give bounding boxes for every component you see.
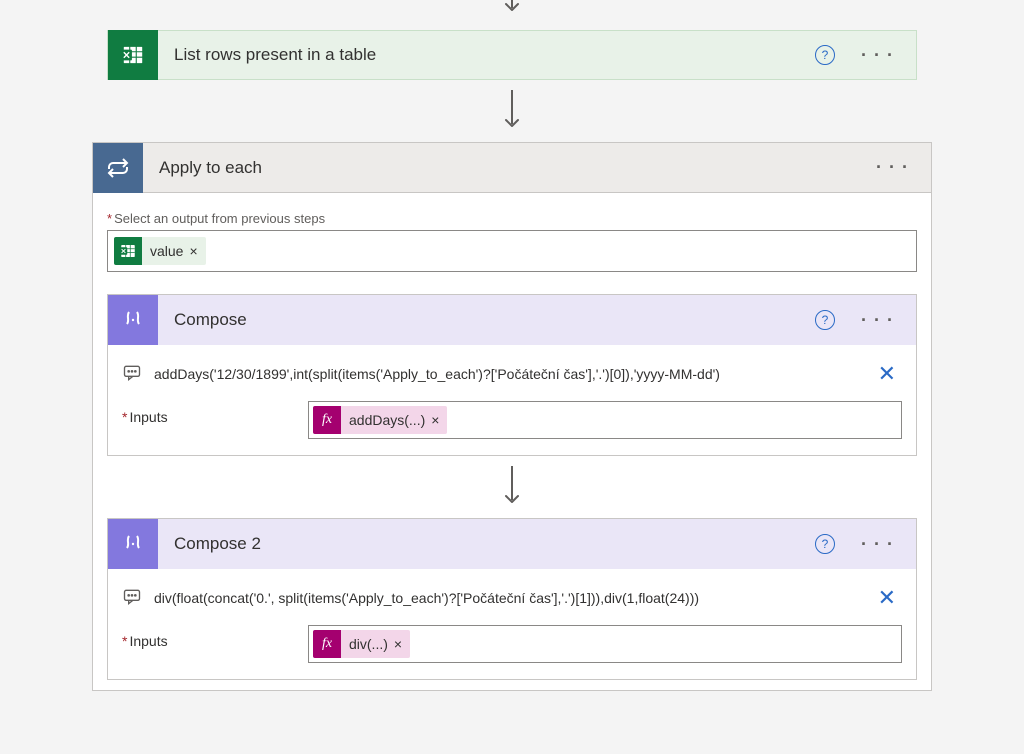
more-menu[interactable]: · · · bbox=[855, 41, 900, 70]
required-indicator: * bbox=[122, 633, 127, 649]
select-output-input[interactable]: value × bbox=[107, 230, 917, 272]
compose-header[interactable]: Compose ? · · · bbox=[108, 295, 916, 345]
help-icon[interactable]: ? bbox=[815, 45, 835, 65]
excel-icon bbox=[108, 30, 158, 80]
more-menu[interactable]: · · · bbox=[855, 306, 900, 335]
expression-preview-row: addDays('12/30/1899',int(split(items('Ap… bbox=[122, 361, 902, 387]
loop-icon bbox=[93, 143, 143, 193]
select-output-label: *Select an output from previous steps bbox=[107, 211, 917, 226]
compose-icon bbox=[108, 519, 158, 569]
inputs-field[interactable]: fx div(...) × bbox=[308, 625, 902, 663]
fx-token[interactable]: fx div(...) × bbox=[313, 630, 410, 658]
compose-title: Compose bbox=[158, 310, 815, 330]
action-title: List rows present in a table bbox=[158, 45, 815, 65]
inputs-label: *Inputs bbox=[122, 401, 308, 425]
fx-token-label: addDays(...) bbox=[349, 412, 425, 428]
remove-token-icon[interactable]: × bbox=[394, 636, 402, 652]
arrow-connector bbox=[0, 90, 1024, 132]
apply-to-each-container: Apply to each · · · *Select an output fr… bbox=[92, 142, 932, 691]
arrow-connector bbox=[0, 0, 1024, 16]
more-menu[interactable]: · · · bbox=[855, 530, 900, 559]
expression-preview-row: div(float(concat('0.', split(items('Appl… bbox=[122, 585, 902, 611]
apply-to-each-body: *Select an output from previous steps bbox=[93, 193, 931, 690]
fx-icon: fx bbox=[313, 630, 341, 658]
dynamic-token-value[interactable]: value × bbox=[114, 237, 206, 265]
comment-icon bbox=[122, 363, 144, 386]
required-indicator: * bbox=[107, 211, 112, 226]
compose-icon bbox=[108, 295, 158, 345]
inputs-field[interactable]: fx addDays(...) × bbox=[308, 401, 902, 439]
token-label: value bbox=[150, 237, 183, 265]
required-indicator: * bbox=[122, 409, 127, 425]
compose-header[interactable]: Compose 2 ? · · · bbox=[108, 519, 916, 569]
help-icon[interactable]: ? bbox=[815, 310, 835, 330]
compose-title: Compose 2 bbox=[158, 534, 815, 554]
remove-token-icon[interactable]: × bbox=[431, 412, 439, 428]
excel-icon bbox=[114, 237, 142, 265]
arrow-connector bbox=[107, 466, 917, 508]
action-list-rows[interactable]: List rows present in a table ? · · · bbox=[107, 30, 917, 80]
more-menu[interactable]: · · · bbox=[870, 153, 915, 182]
flow-canvas: List rows present in a table ? · · · App… bbox=[0, 0, 1024, 691]
fx-token-label: div(...) bbox=[349, 636, 388, 652]
inputs-label: *Inputs bbox=[122, 625, 308, 649]
comment-icon bbox=[122, 587, 144, 610]
apply-to-each-title: Apply to each bbox=[143, 158, 870, 178]
help-icon[interactable]: ? bbox=[815, 534, 835, 554]
fx-icon: fx bbox=[313, 406, 341, 434]
remove-token-icon[interactable]: × bbox=[189, 237, 197, 265]
compose-card-2: Compose 2 ? · · · bbox=[107, 518, 917, 680]
apply-to-each-header[interactable]: Apply to each · · · bbox=[93, 143, 931, 193]
fx-token[interactable]: fx addDays(...) × bbox=[313, 406, 447, 434]
compose-card-1: Compose ? · · · bbox=[107, 294, 917, 456]
expression-text: addDays('12/30/1899',int(split(items('Ap… bbox=[154, 366, 862, 382]
close-icon[interactable]: ✕ bbox=[872, 361, 902, 387]
expression-text: div(float(concat('0.', split(items('Appl… bbox=[154, 590, 862, 606]
close-icon[interactable]: ✕ bbox=[872, 585, 902, 611]
